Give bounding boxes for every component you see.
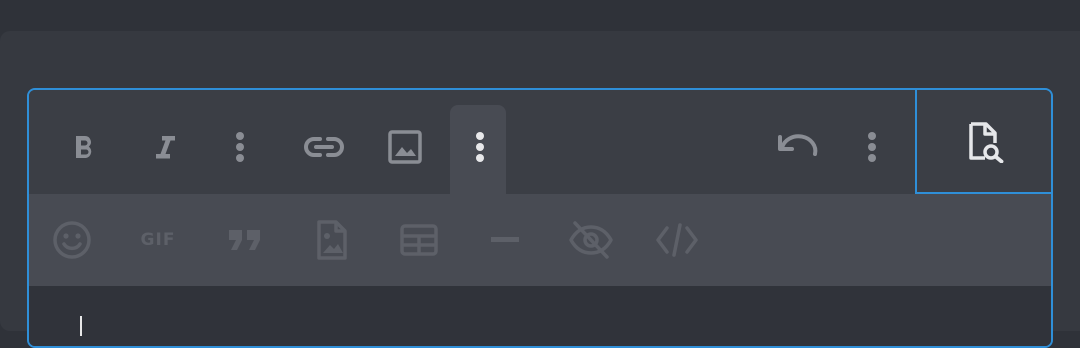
markdown-editor: GIF: [27, 88, 1053, 348]
quote-button[interactable]: [225, 224, 265, 256]
eye-off-icon: [569, 221, 613, 259]
table-button[interactable]: [399, 222, 439, 258]
extra-toolbar: GIF: [29, 194, 1051, 286]
italic-button[interactable]: [148, 130, 182, 164]
text-caret: [80, 316, 82, 336]
quote-icon: [229, 230, 260, 250]
document-search-icon: [969, 122, 1004, 163]
gif-button[interactable]: GIF: [135, 224, 181, 256]
italic-icon: [156, 136, 175, 159]
table-icon: [400, 224, 438, 256]
undo-icon: [778, 134, 818, 156]
bold-button[interactable]: [67, 130, 101, 164]
code-icon: [656, 223, 698, 257]
more-options-button[interactable]: [857, 130, 887, 164]
vertical-dots-icon: [476, 132, 484, 162]
emoji-button[interactable]: [51, 219, 93, 261]
link-icon: [304, 137, 344, 157]
link-button[interactable]: [303, 130, 345, 164]
undo-button[interactable]: [776, 130, 820, 164]
editor-textarea[interactable]: [29, 286, 1051, 346]
editor-toolbar: [29, 90, 915, 195]
code-button[interactable]: [655, 220, 699, 260]
vertical-dots-icon: [868, 132, 876, 162]
spoiler-button[interactable]: [567, 218, 615, 262]
composer-panel: GIF: [0, 31, 1080, 348]
preview-toggle-button[interactable]: [915, 90, 1051, 194]
gif-label: GIF: [140, 230, 176, 250]
image-button[interactable]: [386, 128, 424, 166]
image-file-icon: [317, 220, 347, 260]
image-icon: [388, 130, 422, 164]
attach-image-button[interactable]: [312, 218, 352, 262]
bold-icon: [76, 136, 92, 158]
horizontal-rule-icon: [491, 237, 519, 242]
horizontal-rule-button[interactable]: [487, 232, 523, 248]
vertical-dots-icon: [236, 132, 244, 162]
smiley-icon: [53, 221, 91, 259]
more-insert-button[interactable]: [465, 130, 495, 164]
more-formatting-button[interactable]: [225, 130, 255, 164]
